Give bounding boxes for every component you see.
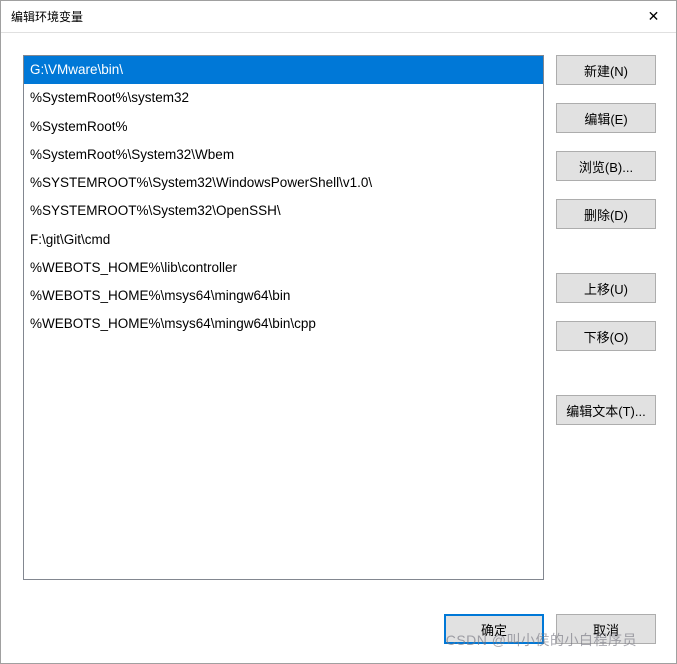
browse-button[interactable]: 浏览(B)... bbox=[556, 151, 656, 181]
list-item[interactable]: G:\VMware\bin\ bbox=[24, 56, 543, 84]
list-item[interactable]: %SystemRoot%\System32\Wbem bbox=[24, 141, 543, 169]
move-down-button[interactable]: 下移(O) bbox=[556, 321, 656, 351]
titlebar: 编辑环境变量 ✕ bbox=[1, 1, 676, 33]
list-item[interactable]: %WEBOTS_HOME%\msys64\mingw64\bin bbox=[24, 282, 543, 310]
list-item[interactable]: %SystemRoot%\system32 bbox=[24, 84, 543, 112]
delete-button[interactable]: 删除(D) bbox=[556, 199, 656, 229]
path-listbox[interactable]: G:\VMware\bin\ %SystemRoot%\system32 %Sy… bbox=[23, 55, 544, 580]
close-button[interactable]: ✕ bbox=[631, 2, 676, 32]
list-item[interactable]: F:\git\Git\cmd bbox=[24, 226, 543, 254]
list-item[interactable]: %WEBOTS_HOME%\msys64\mingw64\bin\cpp bbox=[24, 310, 543, 338]
move-up-button[interactable]: 上移(U) bbox=[556, 273, 656, 303]
list-item[interactable]: %WEBOTS_HOME%\lib\controller bbox=[24, 254, 543, 282]
dialog-content: G:\VMware\bin\ %SystemRoot%\system32 %Sy… bbox=[1, 33, 676, 609]
dialog-footer: 确定 取消 bbox=[1, 609, 676, 663]
list-item[interactable]: %SYSTEMROOT%\System32\OpenSSH\ bbox=[24, 197, 543, 225]
button-column: 新建(N) 编辑(E) 浏览(B)... 删除(D) 上移(U) 下移(O) 编… bbox=[556, 55, 656, 599]
edit-text-button[interactable]: 编辑文本(T)... bbox=[556, 395, 656, 425]
list-item[interactable]: %SYSTEMROOT%\System32\WindowsPowerShell\… bbox=[24, 169, 543, 197]
cancel-button[interactable]: 取消 bbox=[556, 614, 656, 644]
edit-button[interactable]: 编辑(E) bbox=[556, 103, 656, 133]
window-title: 编辑环境变量 bbox=[11, 8, 83, 25]
new-button[interactable]: 新建(N) bbox=[556, 55, 656, 85]
ok-button[interactable]: 确定 bbox=[444, 614, 544, 644]
edit-env-var-dialog: 编辑环境变量 ✕ G:\VMware\bin\ %SystemRoot%\sys… bbox=[0, 0, 677, 664]
list-item[interactable]: %SystemRoot% bbox=[24, 113, 543, 141]
close-icon: ✕ bbox=[648, 8, 660, 25]
